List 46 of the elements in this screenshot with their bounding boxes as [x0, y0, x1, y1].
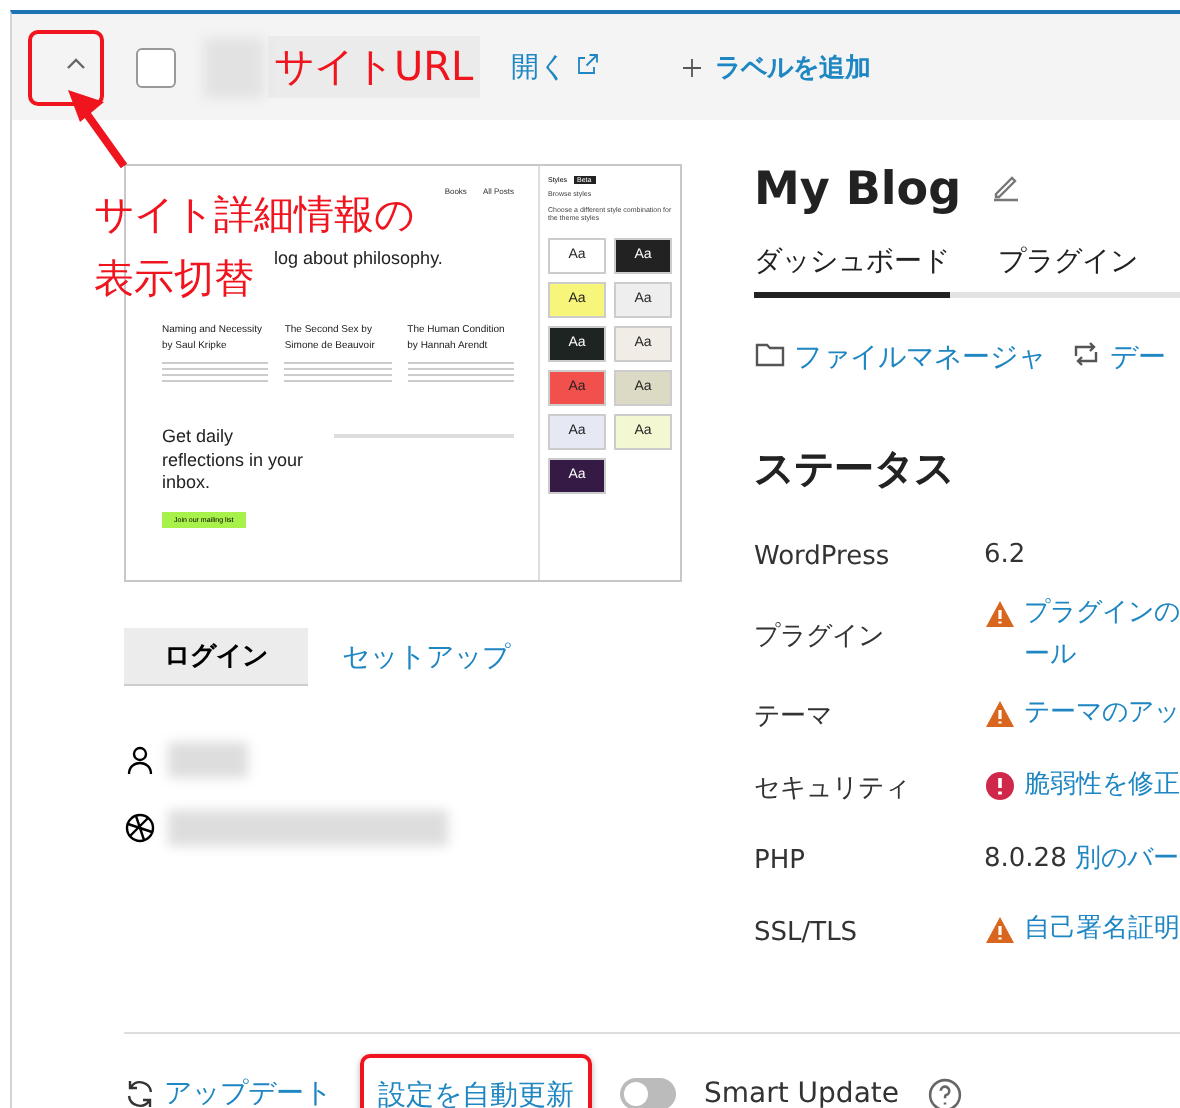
plus-icon: [679, 55, 704, 79]
warning-icon: [984, 598, 1016, 631]
folder-icon: [754, 338, 786, 370]
status-label: プラグイン: [754, 620, 886, 654]
sync-icon: [1070, 338, 1102, 370]
tab[interactable]: ダッシュボード: [754, 244, 950, 298]
preview-cta: Get daily reflections in your inbox.: [162, 426, 306, 497]
auto-update-link[interactable]: 設定を自動更新: [378, 1078, 574, 1108]
toggle-switch[interactable]: [620, 1078, 676, 1108]
error-icon: [984, 770, 1016, 802]
update-link[interactable]: アップデート: [124, 1076, 332, 1108]
refresh-icon: [124, 1078, 156, 1108]
status-label: SSL/TLS: [754, 917, 860, 947]
status-label: テーマ: [754, 700, 834, 734]
checkbox[interactable]: [136, 47, 176, 87]
status-link[interactable]: プラグインの ール: [1024, 594, 1180, 678]
status-value: 8.0.28: [984, 841, 1067, 878]
status-link[interactable]: 別のバー: [1074, 839, 1179, 881]
globe-icon: [124, 812, 156, 844]
status-link[interactable]: 脆弱性を修正: [1024, 766, 1180, 808]
annotation-label: サイトURL: [268, 36, 480, 98]
preview-headline: log about philosophy.: [274, 248, 445, 268]
tab[interactable]: プラグイン: [998, 244, 1138, 298]
warning-icon: [984, 914, 1016, 946]
status-label: WordPress: [754, 541, 892, 571]
user-icon: [124, 744, 156, 776]
external-link-icon: [575, 51, 600, 75]
smart-update-label: Smart Update: [704, 1078, 900, 1108]
site-title: My Blog: [754, 164, 962, 216]
status-link[interactable]: 自己署名証明: [1024, 910, 1180, 952]
add-label-link[interactable]: ラベルを追加: [715, 49, 872, 85]
annotation-note: 表示切替: [94, 254, 254, 302]
status-value: 6.2: [984, 537, 1026, 574]
status-link[interactable]: テーマのアッ: [1024, 694, 1180, 736]
login-button[interactable]: ログイン: [124, 628, 308, 686]
redacted-text: [168, 742, 248, 778]
annotation-note: サイト詳細情報の: [94, 190, 414, 238]
status-label: セキュリティ: [754, 772, 912, 806]
help-icon: [927, 1077, 962, 1108]
status-label: PHP: [754, 845, 807, 875]
status-heading: ステータス: [754, 442, 956, 496]
tool-link[interactable]: ファイルマネージャ: [754, 338, 1046, 378]
open-link[interactable]: 開く: [511, 49, 600, 85]
setup-link[interactable]: セットアップ: [342, 639, 510, 675]
tool-link[interactable]: デー: [1070, 338, 1166, 378]
warning-icon: [984, 698, 1016, 730]
